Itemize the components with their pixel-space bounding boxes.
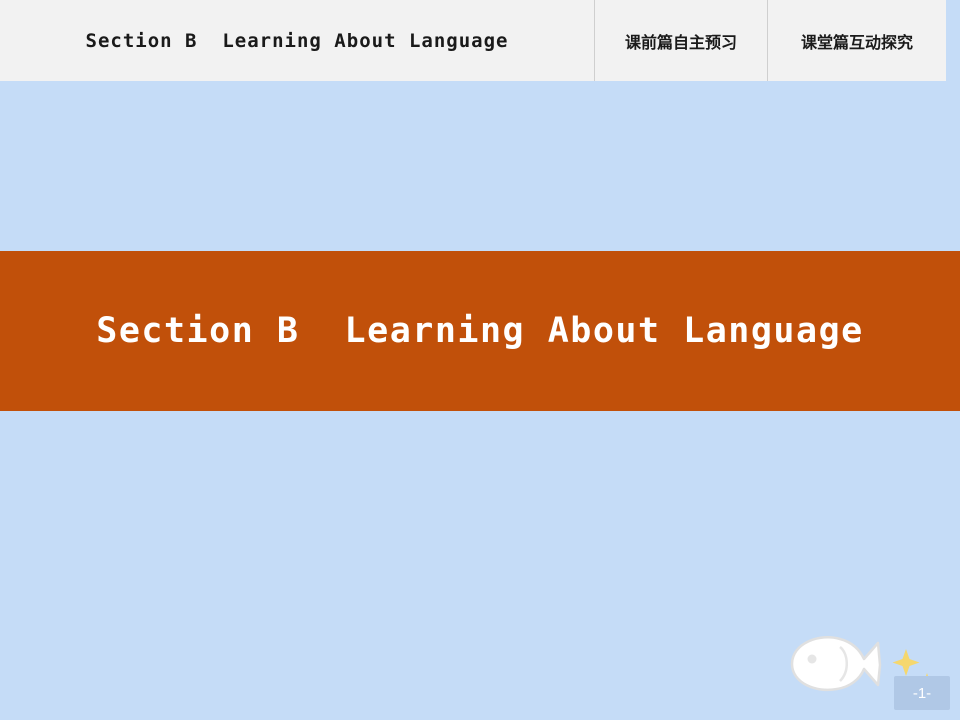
topbar-right-edge [946,0,960,81]
section-title-band: Section B Learning About Language [0,251,960,411]
page-title: Section B Learning About Language [0,0,595,81]
slide: Section B Learning About Language 课前篇自主预… [0,0,960,720]
fish-icon [790,636,882,692]
tab-in-class-exploration[interactable]: 课堂篇互动探究 [768,0,946,81]
page-number-badge: -1- [894,676,950,710]
section-title: Section B Learning About Language [96,311,864,351]
tab-pre-class-preview[interactable]: 课前篇自主预习 [595,0,768,81]
top-navigation-bar: Section B Learning About Language 课前篇自主预… [0,0,960,81]
